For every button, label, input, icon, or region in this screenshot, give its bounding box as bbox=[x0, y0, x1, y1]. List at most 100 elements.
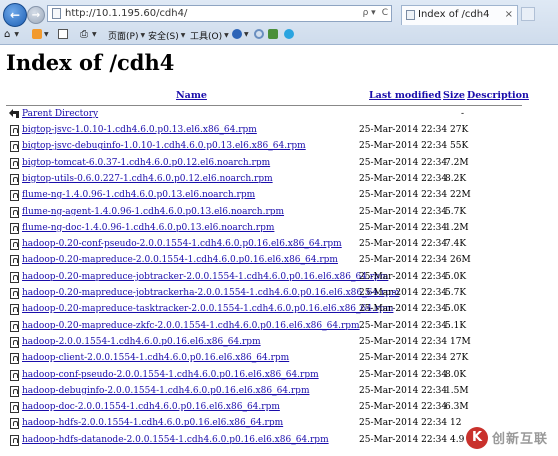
file-icon bbox=[10, 369, 19, 381]
help-icon bbox=[232, 29, 242, 39]
file-size: 6.3M bbox=[445, 402, 469, 413]
file-row: bigtop-utils-0.6.0.227-1.cdh4.6.0.p0.12.… bbox=[6, 172, 554, 188]
column-header-last-modified[interactable]: Last modified bbox=[369, 90, 441, 101]
file-modified: 25-Mar-2014 22:34 bbox=[359, 271, 448, 282]
file-link[interactable]: hadoop-doc-2.0.0.1554-1.cdh4.6.0.p0.16.e… bbox=[22, 402, 280, 412]
file-size: 7.4K bbox=[445, 239, 467, 250]
browser-chrome: ← → http://10.1.195.60/cdh4/ ρ ▾ C Index… bbox=[0, 0, 558, 45]
file-link[interactable]: hadoop-0.20-mapreduce-tasktracker-2.0.0.… bbox=[22, 304, 393, 314]
file-row: bigtop-jsvc-debuginfo-1.0.10-1.cdh4.6.0.… bbox=[6, 139, 554, 155]
file-icon bbox=[10, 206, 19, 218]
file-row: hadoop-0.20-mapreduce-2.0.0.1554-1.cdh4.… bbox=[6, 253, 554, 269]
file-modified: 25-Mar-2014 22:34 bbox=[359, 353, 448, 364]
file-modified: 25-Mar-2014 22:34 bbox=[359, 418, 448, 429]
file-modified: 25-Mar-2014 22:34 bbox=[359, 402, 448, 413]
sort-by-name-link[interactable]: Name bbox=[176, 90, 207, 101]
file-link[interactable]: hadoop-debuginfo-2.0.0.1554-1.cdh4.6.0.p… bbox=[22, 386, 309, 396]
addon-green-icon bbox=[268, 29, 278, 39]
file-link[interactable]: flume-ng-doc-1.4.0.96-1.cdh4.6.0.p0.13.e… bbox=[22, 223, 274, 233]
file-icon bbox=[10, 190, 19, 202]
column-header-size[interactable]: Size bbox=[443, 90, 465, 101]
file-link[interactable]: hadoop-hdfs-2.0.0.1554-1.cdh4.6.0.p0.16.… bbox=[22, 418, 283, 428]
new-tab-button[interactable] bbox=[521, 7, 535, 21]
file-modified: 25-Mar-2014 22:34 bbox=[359, 190, 448, 201]
sort-by-modified-link[interactable]: Last modified bbox=[369, 90, 441, 101]
file-icon bbox=[10, 336, 19, 348]
sort-by-description-link[interactable]: Description bbox=[467, 90, 529, 101]
parent-directory-row: Parent Directory - bbox=[6, 107, 554, 123]
file-link[interactable]: hadoop-0.20-mapreduce-zkfc-2.0.0.1554-1.… bbox=[22, 321, 360, 331]
file-icon bbox=[10, 271, 19, 283]
help-button[interactable]: ▼ bbox=[232, 29, 249, 39]
file-link[interactable]: hadoop-client-2.0.0.1554-1.cdh4.6.0.p0.1… bbox=[22, 353, 289, 363]
file-link[interactable]: flume-ng-1.4.0.96-1.cdh4.6.0.p0.13.el6.n… bbox=[22, 190, 255, 200]
forward-arrow-icon: → bbox=[31, 9, 41, 21]
column-header-description[interactable]: Description bbox=[467, 90, 529, 101]
file-icon bbox=[10, 141, 19, 153]
file-size: 4.9 bbox=[450, 434, 465, 445]
file-row: hadoop-doc-2.0.0.1554-1.cdh4.6.0.p0.16.e… bbox=[6, 400, 554, 416]
sort-by-size-link[interactable]: Size bbox=[443, 90, 465, 101]
file-row: flume-ng-doc-1.4.0.96-1.cdh4.6.0.p0.13.e… bbox=[6, 221, 554, 237]
file-size: 12 bbox=[450, 418, 462, 429]
file-icon bbox=[10, 320, 19, 332]
column-header-name[interactable]: Name bbox=[176, 90, 207, 101]
file-link[interactable]: bigtop-utils-0.6.0.227-1.cdh4.6.0.p0.12.… bbox=[22, 174, 273, 184]
file-modified: 25-Mar-2014 22:34 bbox=[359, 320, 448, 331]
print-button[interactable]: ⎙ ▼ bbox=[80, 29, 97, 40]
file-modified: 25-Mar-2014 22:34 bbox=[359, 385, 448, 396]
page-menu[interactable]: 页面(P) ▼ bbox=[108, 29, 145, 42]
file-row: hadoop-0.20-mapreduce-jobtracker-2.0.0.1… bbox=[6, 270, 554, 286]
file-modified: 25-Mar-2014 22:34 bbox=[359, 222, 448, 233]
forward-button[interactable]: → bbox=[27, 6, 45, 24]
file-size: 7.2M bbox=[445, 157, 469, 168]
file-link[interactable]: hadoop-0.20-mapreduce-jobtracker-2.0.0.1… bbox=[22, 272, 388, 282]
file-icon bbox=[10, 173, 19, 185]
watermark: K 创新互联 bbox=[466, 419, 558, 456]
skype-button[interactable] bbox=[284, 29, 294, 39]
file-link[interactable]: hadoop-0.20-mapreduce-2.0.0.1554-1.cdh4.… bbox=[22, 255, 338, 265]
safety-menu[interactable]: 安全(S) ▼ bbox=[148, 29, 185, 42]
address-url[interactable]: http://10.1.195.60/cdh4/ bbox=[65, 6, 360, 21]
file-size: 5.7K bbox=[445, 288, 467, 298]
search-dropdown-icon[interactable]: ρ ▾ bbox=[360, 6, 379, 21]
file-size: 17M bbox=[450, 336, 471, 347]
watermark-logo: K bbox=[466, 426, 488, 449]
file-link[interactable]: flume-ng-agent-1.4.0.96-1.cdh4.6.0.p0.13… bbox=[22, 207, 284, 217]
parent-directory-link[interactable]: Parent Directory bbox=[22, 109, 98, 119]
home-button[interactable]: ⌂ ▼ bbox=[4, 29, 19, 40]
file-link[interactable]: bigtop-jsvc-1.0.10-1.cdh4.6.0.p0.13.el6.… bbox=[22, 125, 257, 135]
tab-index-of-cdh4[interactable]: Index of /cdh4 × bbox=[401, 5, 518, 25]
file-link[interactable]: hadoop-0.20-mapreduce-jobtrackerha-2.0.0… bbox=[22, 288, 400, 298]
print-icon: ⎙ bbox=[80, 29, 88, 40]
addon-button-2[interactable] bbox=[268, 29, 278, 39]
feeds-button[interactable]: ▼ bbox=[32, 29, 49, 39]
file-modified: 25-Mar-2014 22:34 bbox=[359, 157, 448, 168]
file-size: 26M bbox=[450, 255, 471, 266]
file-modified: 25-Mar-2014 22:34 bbox=[359, 239, 448, 250]
home-icon: ⌂ bbox=[4, 29, 11, 40]
command-bar: ⌂ ▼ ▼ ⎙ ▼ 页面(P) ▼ 安全(S) ▼ 工具(O) ▼ ▼ bbox=[0, 26, 558, 44]
file-link[interactable]: hadoop-conf-pseudo-2.0.0.1554-1.cdh4.6.0… bbox=[22, 370, 319, 380]
refresh-icon[interactable]: C bbox=[379, 6, 391, 21]
file-icon bbox=[10, 402, 19, 414]
file-icon bbox=[10, 157, 19, 169]
address-bar[interactable]: http://10.1.195.60/cdh4/ ρ ▾ C bbox=[47, 5, 392, 22]
file-link[interactable]: bigtop-jsvc-debuginfo-1.0.10-1.cdh4.6.0.… bbox=[22, 141, 306, 151]
file-size: 8.2K bbox=[445, 173, 467, 184]
file-link[interactable]: hadoop-2.0.0.1554-1.cdh4.6.0.p0.16.el6.x… bbox=[22, 337, 261, 347]
file-modified: 25-Mar-2014 22:34 bbox=[359, 255, 448, 266]
mail-button[interactable] bbox=[58, 29, 68, 39]
file-icon bbox=[10, 255, 19, 267]
file-link[interactable]: hadoop-hdfs-datanode-2.0.0.1554-1.cdh4.6… bbox=[22, 435, 329, 445]
tools-menu[interactable]: 工具(O) ▼ bbox=[190, 29, 229, 42]
file-link[interactable]: bigtop-tomcat-6.0.37-1.cdh4.6.0.p0.12.el… bbox=[22, 158, 270, 168]
page-title: Index of /cdh4 bbox=[6, 50, 175, 75]
file-icon bbox=[10, 304, 19, 316]
back-button[interactable]: ← bbox=[3, 3, 27, 27]
tab-close-icon[interactable]: × bbox=[505, 6, 513, 24]
file-link[interactable]: hadoop-0.20-conf-pseudo-2.0.0.1554-1.cdh… bbox=[22, 239, 342, 249]
parent-directory-size: - bbox=[461, 109, 465, 119]
addon-button-1[interactable] bbox=[254, 29, 264, 39]
feeds-icon bbox=[32, 29, 42, 39]
